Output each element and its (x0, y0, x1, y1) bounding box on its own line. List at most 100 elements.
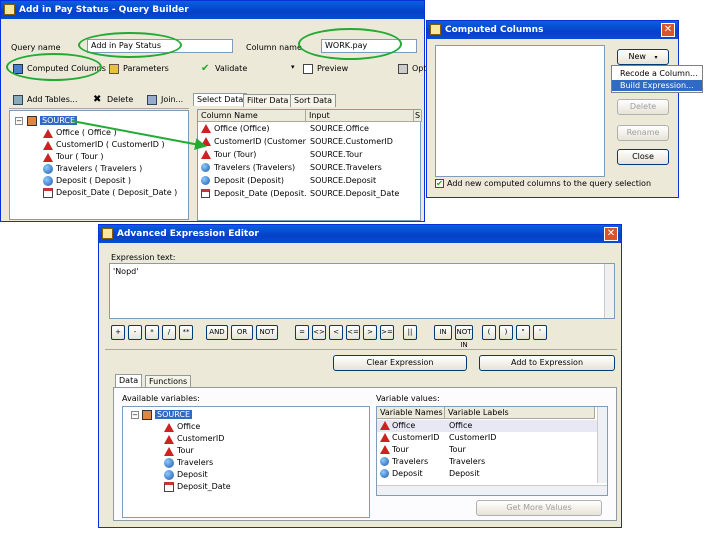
var-tree-toggle[interactable]: − (131, 411, 139, 419)
add-to-query-checkbox[interactable]: ✔ (435, 179, 444, 188)
variable-values-label: Variable values: (376, 394, 440, 403)
character-column-icon (164, 422, 174, 432)
operator-button[interactable]: " (516, 325, 530, 340)
operator-button[interactable]: > (363, 325, 377, 340)
new-dropdown-icon: ▾ (654, 54, 658, 61)
variable-values-hscroll[interactable] (377, 485, 607, 495)
tab-data[interactable]: Data (115, 374, 143, 387)
var-tree-item-label: Deposit (177, 470, 208, 479)
computed-columns-app-icon (430, 24, 441, 35)
get-more-values-button[interactable]: Get More Values (476, 500, 602, 516)
variable-values-vscroll[interactable] (597, 407, 607, 483)
computed-columns-title: Computed Columns (445, 25, 544, 35)
var-cell-label: CustomerID (449, 433, 497, 442)
var-cell-label: Deposit (449, 469, 480, 478)
operator-toolbar: + - * / ** AND OR NOT = <> < <= > >= || IN NOT IN () " ' (111, 325, 611, 349)
delete-computed-button[interactable]: Delete (617, 99, 669, 115)
rename-computed-button[interactable]: Rename (617, 125, 669, 141)
expression-text-value: 'Nopd' (113, 267, 139, 276)
var-row[interactable]: Tour Tour (377, 444, 597, 456)
var-cell-name: CustomerID (392, 433, 440, 442)
operator-button[interactable]: IN (434, 325, 452, 340)
operator-button[interactable]: = (295, 325, 309, 340)
var-tree-item[interactable]: Office (163, 421, 200, 433)
operator-button[interactable]: NOT (256, 325, 278, 340)
var-cell-label: Travelers (449, 457, 486, 466)
numeric-column-icon (380, 457, 389, 466)
var-tree-item-label: CustomerID (177, 434, 225, 443)
add-to-query-label: Add new computed columns to the query se… (447, 179, 652, 188)
character-column-icon (380, 421, 390, 430)
var-tree-item[interactable]: Tour (163, 445, 194, 457)
menu-item-build-expression[interactable]: Build Expression... (612, 80, 702, 91)
character-column-icon (380, 445, 390, 454)
var-tree-item-label: Travelers (177, 458, 214, 467)
var-tree-item[interactable]: Deposit (163, 469, 208, 481)
operator-button[interactable]: + (111, 325, 125, 340)
var-tree-root[interactable]: SOURCE (141, 409, 193, 421)
operator-button[interactable]: ) (499, 325, 513, 340)
data-tab-panel: Available variables: − SOURCE Office Cust… (113, 387, 617, 521)
character-column-icon (164, 446, 174, 456)
source-table-icon (142, 410, 152, 420)
operator-button[interactable]: <= (346, 325, 360, 340)
date-column-icon (164, 482, 174, 492)
var-cell-name: Tour (392, 445, 409, 454)
numeric-column-icon (164, 470, 174, 480)
var-tree-item-label: Tour (177, 446, 194, 455)
add-to-expression-button[interactable]: Add to Expression (479, 355, 615, 371)
operator-button[interactable]: <> (312, 325, 326, 340)
var-row[interactable]: CustomerID CustomerID (377, 432, 597, 444)
var-cell-name: Travelers (392, 457, 429, 466)
new-computed-label: New (628, 52, 646, 61)
character-column-icon (380, 433, 390, 442)
var-tree-item[interactable]: Travelers (163, 457, 213, 469)
var-row[interactable]: Travelers Travelers (377, 456, 597, 468)
expression-editor-titlebar: Advanced Expression Editor ✕ (99, 225, 621, 243)
operator-button[interactable]: ' (533, 325, 547, 340)
var-tree-item-label: Office (177, 422, 201, 431)
clear-expression-button[interactable]: Clear Expression (333, 355, 467, 371)
computed-columns-list[interactable] (435, 45, 605, 177)
close-icon[interactable]: ✕ (604, 227, 618, 241)
numeric-column-icon (164, 458, 174, 468)
var-tree-item[interactable]: Deposit_Date (163, 481, 231, 493)
operator-button[interactable]: OR (231, 325, 253, 340)
operator-button[interactable]: NOT IN (455, 325, 473, 349)
operator-button[interactable]: < (329, 325, 343, 340)
var-row[interactable]: Office Office (377, 420, 597, 432)
new-dropdown-menu: Recode a Column... Build Expression... (611, 65, 703, 93)
close-icon[interactable]: ✕ (661, 23, 675, 37)
operator-button[interactable]: || (403, 325, 417, 340)
operator-button[interactable]: ( (482, 325, 496, 340)
expression-scrollbar[interactable] (604, 264, 614, 318)
var-cell-name: Office (392, 421, 416, 430)
menu-item-recode-column[interactable]: Recode a Column... (612, 68, 702, 79)
var-cell-name: Deposit (392, 469, 423, 478)
available-variables-tree: − SOURCE Office CustomerID Tour Travelers De… (122, 406, 370, 518)
expression-editor-app-icon (102, 228, 113, 239)
operator-button[interactable]: >= (380, 325, 394, 340)
var-cell-label: Office (449, 421, 473, 430)
expression-text-label: Expression text: (111, 253, 176, 262)
operator-button[interactable]: AND (206, 325, 228, 340)
close-computed-button[interactable]: Close (617, 149, 669, 165)
operator-button[interactable]: * (145, 325, 159, 340)
expression-editor-title: Advanced Expression Editor (117, 229, 259, 239)
operator-button[interactable]: / (162, 325, 176, 340)
operator-button[interactable]: ** (179, 325, 193, 340)
var-header-names[interactable]: Variable Names (377, 407, 445, 419)
variable-values-grid: Variable Names Variable Labels Office Off… (376, 406, 608, 496)
available-variables-label: Available variables: (122, 394, 200, 403)
new-computed-button[interactable]: New ▾ (617, 49, 669, 65)
var-header-labels[interactable]: Variable Labels (445, 407, 595, 419)
var-tree-item[interactable]: CustomerID (163, 433, 224, 445)
operator-button[interactable]: - (128, 325, 142, 340)
var-row[interactable]: Deposit Deposit (377, 468, 597, 480)
expression-editor-window: Advanced Expression Editor ✕ Expression … (98, 224, 622, 528)
computed-columns-titlebar: Computed Columns ✕ (427, 21, 678, 39)
computed-columns-window: Computed Columns ✕ New ▾ Recode a Column… (426, 20, 703, 198)
var-cell-label: Tour (449, 445, 466, 454)
separator (105, 349, 617, 350)
expression-text-area[interactable]: 'Nopd' (109, 263, 615, 319)
